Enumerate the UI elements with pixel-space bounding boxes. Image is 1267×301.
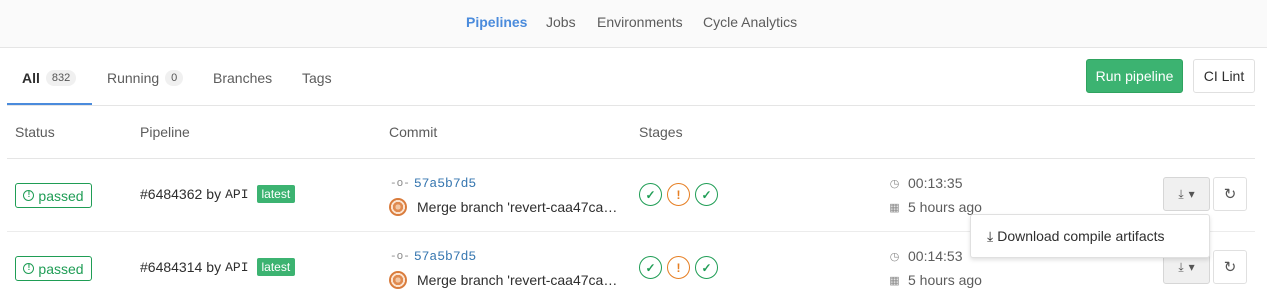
ci-lint-button[interactable]: CI Lint bbox=[1193, 59, 1255, 93]
stage-warning-icon[interactable]: ! bbox=[667, 256, 690, 279]
run-pipeline-button[interactable]: Run pipeline bbox=[1086, 59, 1183, 93]
duration-text: 00:14:53 bbox=[908, 248, 963, 264]
avatar[interactable] bbox=[389, 271, 407, 289]
column-pipeline: Pipeline bbox=[140, 124, 190, 140]
download-icon: ⤓ bbox=[1178, 186, 1184, 201]
timer-icon: ◷ bbox=[889, 250, 900, 263]
chevron-down-icon: ▾ bbox=[1188, 187, 1195, 201]
pipeline-id-link[interactable]: #6484314 bbox=[140, 259, 202, 275]
retry-button[interactable]: ↻ bbox=[1213, 250, 1247, 284]
commit-sha-text: 57a5b7d5 bbox=[413, 249, 477, 264]
download-artifacts-button[interactable]: ⤓ ▾ bbox=[1163, 177, 1210, 211]
status-badge[interactable]: ! passed bbox=[15, 256, 92, 281]
commit-message[interactable]: Merge branch 'revert-caa47ca… bbox=[389, 271, 617, 289]
finished-text: 5 hours ago bbox=[908, 272, 982, 288]
nav-cycle-analytics[interactable]: Cycle Analytics bbox=[703, 14, 797, 30]
finished-at: ▦ 5 hours ago bbox=[889, 199, 982, 215]
sub-navigation: Pipelines Jobs Environments Cycle Analyt… bbox=[0, 0, 1267, 48]
finished-at: ▦ 5 hours ago bbox=[889, 272, 982, 288]
status-passed-icon: ! bbox=[23, 263, 35, 274]
stage-passed-icon[interactable]: ✓ bbox=[695, 256, 718, 279]
pipeline-info: #6484314 by API latest bbox=[140, 258, 296, 276]
status-passed-icon: ! bbox=[23, 190, 35, 201]
tab-tags-label: Tags bbox=[302, 70, 332, 86]
finished-text: 5 hours ago bbox=[908, 199, 982, 215]
tab-running-count: 0 bbox=[165, 70, 184, 86]
status-label: passed bbox=[38, 187, 84, 204]
tab-tags[interactable]: Tags bbox=[302, 70, 332, 86]
column-stages: Stages bbox=[639, 124, 683, 140]
calendar-icon: ▦ bbox=[889, 274, 900, 287]
tab-running[interactable]: Running 0 bbox=[107, 70, 184, 86]
tab-all[interactable]: All 832 bbox=[22, 70, 77, 86]
duration: ◷ 00:14:53 bbox=[889, 248, 963, 264]
duration: ◷ 00:13:35 bbox=[889, 175, 963, 191]
stage-passed-icon[interactable]: ✓ bbox=[639, 183, 662, 206]
calendar-icon: ▦ bbox=[889, 201, 900, 214]
dropdown-item-download-compile[interactable]: Download compile artifacts bbox=[997, 228, 1164, 244]
pipeline-trigger: API bbox=[225, 186, 249, 202]
pipeline-by: by bbox=[206, 259, 222, 275]
nav-environments[interactable]: Environments bbox=[597, 14, 683, 30]
commit-message-text: Merge branch 'revert-caa47ca… bbox=[417, 199, 618, 215]
stage-passed-icon[interactable]: ✓ bbox=[695, 183, 718, 206]
download-icon: ⤓ bbox=[1178, 259, 1184, 274]
duration-text: 00:13:35 bbox=[908, 175, 963, 191]
stage-passed-icon[interactable]: ✓ bbox=[639, 256, 662, 279]
commit-message-text: Merge branch 'revert-caa47ca… bbox=[417, 272, 618, 288]
tab-all-label: All bbox=[22, 70, 40, 86]
pipeline-by: by bbox=[206, 186, 222, 202]
commit-icon: -o- bbox=[390, 250, 410, 263]
download-icon: ⤓ bbox=[987, 227, 994, 244]
nav-pipelines[interactable]: Pipelines bbox=[466, 14, 527, 30]
stages-group: ✓ ! ✓ bbox=[639, 256, 718, 279]
retry-icon: ↻ bbox=[1223, 186, 1237, 203]
avatar[interactable] bbox=[389, 198, 407, 216]
tab-running-label: Running bbox=[107, 70, 160, 86]
latest-badge: latest bbox=[256, 185, 296, 203]
retry-button[interactable]: ↻ bbox=[1213, 177, 1247, 211]
tab-branches[interactable]: Branches bbox=[213, 70, 272, 86]
chevron-down-icon: ▾ bbox=[1188, 260, 1195, 274]
stages-group: ✓ ! ✓ bbox=[639, 183, 718, 206]
status-label: passed bbox=[38, 260, 84, 277]
timer-icon: ◷ bbox=[889, 177, 900, 190]
latest-badge: latest bbox=[256, 258, 296, 276]
tab-all-count: 832 bbox=[45, 70, 77, 86]
scope-tabs: All 832 Running 0 Branches Tags Run pipe… bbox=[0, 48, 1267, 106]
table-header: Status Pipeline Commit Stages bbox=[7, 106, 1255, 159]
commit-sha[interactable]: -o- 57a5b7d5 bbox=[390, 249, 476, 264]
pipeline-trigger: API bbox=[225, 259, 249, 275]
commit-sha[interactable]: -o- 57a5b7d5 bbox=[390, 176, 476, 191]
retry-icon: ↻ bbox=[1223, 259, 1237, 276]
tab-branches-label: Branches bbox=[213, 70, 273, 86]
artifacts-dropdown[interactable]: ⤓ Download compile artifacts bbox=[970, 214, 1210, 258]
pipeline-info: #6484362 by API latest bbox=[140, 185, 296, 203]
commit-icon: -o- bbox=[390, 177, 410, 190]
stage-warning-icon[interactable]: ! bbox=[667, 183, 690, 206]
nav-jobs[interactable]: Jobs bbox=[546, 14, 576, 30]
commit-sha-text: 57a5b7d5 bbox=[413, 176, 477, 191]
status-badge[interactable]: ! passed bbox=[15, 183, 92, 208]
commit-message[interactable]: Merge branch 'revert-caa47ca… bbox=[389, 198, 617, 216]
pipeline-id-link[interactable]: #6484362 bbox=[140, 186, 202, 202]
column-commit: Commit bbox=[389, 124, 438, 140]
column-status: Status bbox=[15, 124, 55, 140]
